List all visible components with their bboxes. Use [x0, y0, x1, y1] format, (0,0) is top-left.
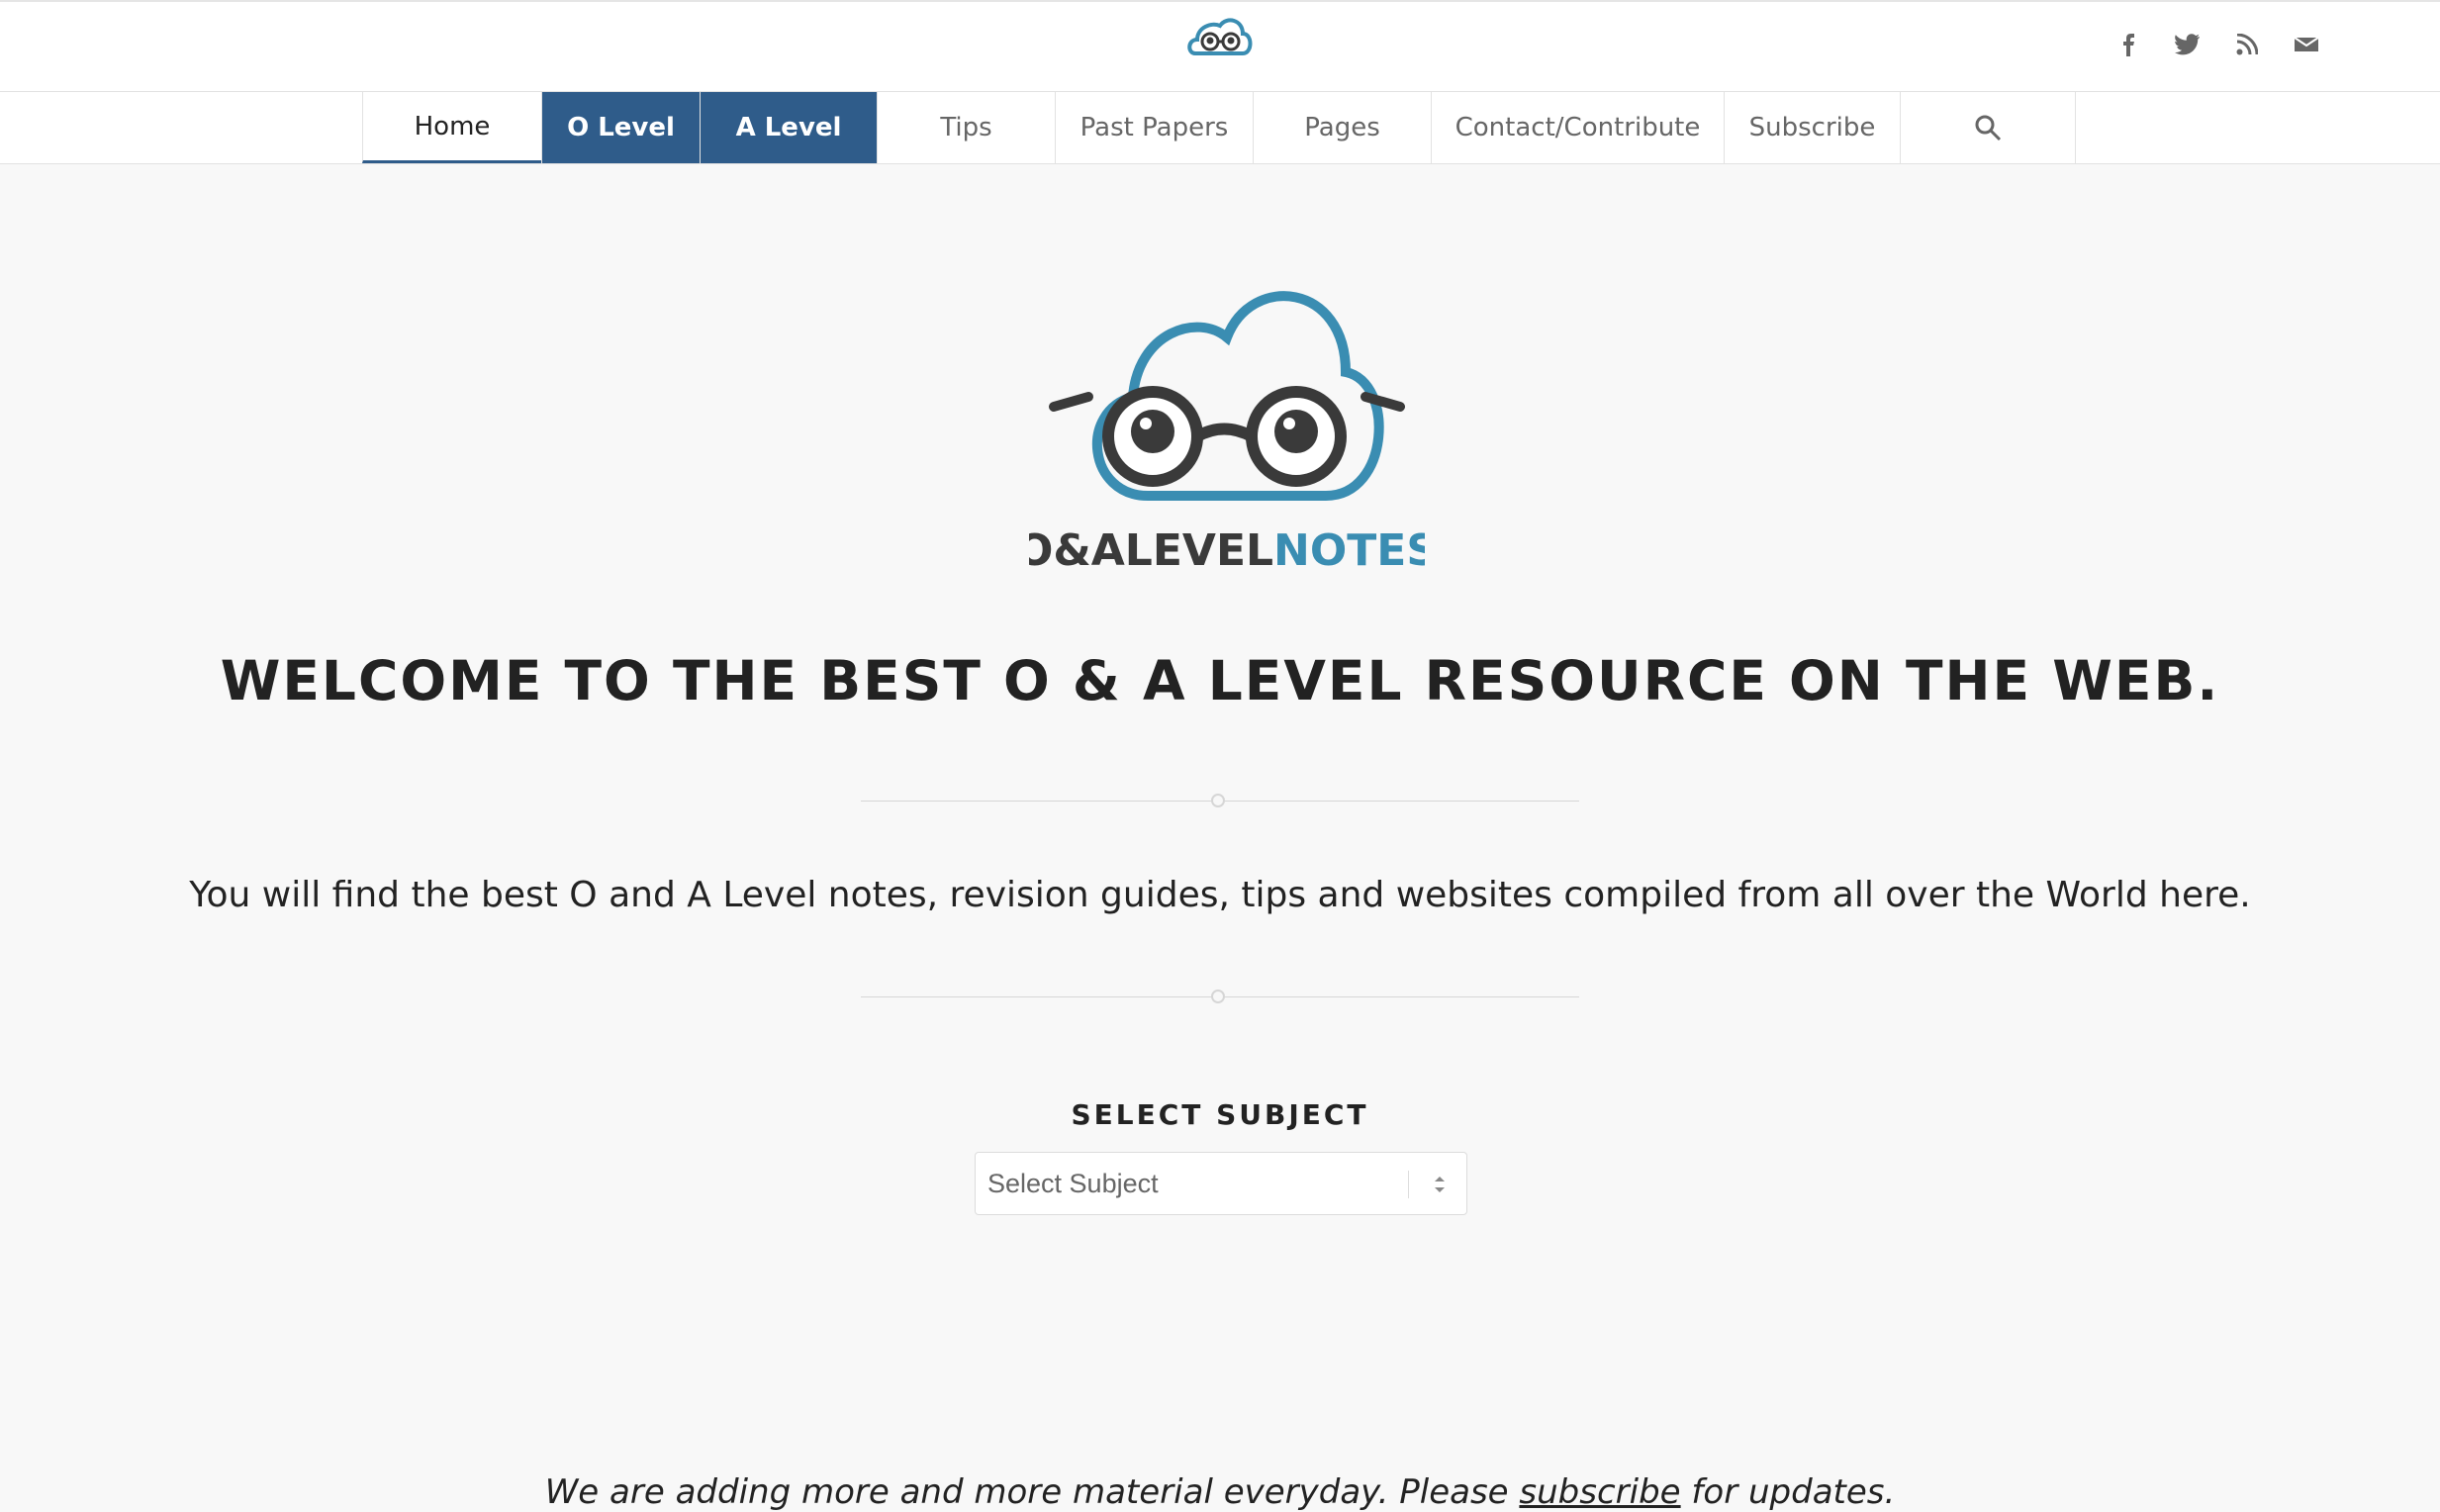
- nav-contact-label: Contact/Contribute: [1455, 113, 1701, 142]
- note-text-before: We are adding more and more material eve…: [544, 1472, 1520, 1512]
- facebook-icon[interactable]: [2113, 30, 2143, 59]
- nav-past-papers-label: Past Papers: [1079, 113, 1229, 142]
- nav-tips-label: Tips: [940, 113, 992, 142]
- page-headline: WELCOME TO THE BEST O & A LEVEL RESOURCE…: [220, 649, 2220, 712]
- search-icon: [1975, 115, 2002, 142]
- logo-text-blue: NOTES: [1273, 525, 1425, 576]
- nav-search[interactable]: [1900, 92, 2076, 163]
- nav-pages[interactable]: Pages: [1253, 92, 1431, 163]
- note-text-after: for updates.: [1680, 1472, 1896, 1512]
- nav-home-label: Home: [414, 111, 491, 142]
- nav-a-level-label: A Level: [735, 113, 842, 142]
- intro-text: You will find the best O and A Level not…: [189, 875, 2251, 915]
- svg-text:O&ALEVELNOTES: O&ALEVELNOTES: [1029, 525, 1425, 576]
- select-subject-label: SELECT SUBJECT: [1071, 1098, 1369, 1131]
- nav-contact-contribute[interactable]: Contact/Contribute: [1431, 92, 1724, 163]
- nav-past-papers[interactable]: Past Papers: [1055, 92, 1253, 163]
- social-links: [2113, 30, 2321, 59]
- select-arrows-icon: [1435, 1177, 1445, 1192]
- twitter-icon[interactable]: [2173, 30, 2203, 59]
- subscribe-link[interactable]: subscribe: [1519, 1472, 1680, 1512]
- nav-o-level[interactable]: O Level: [541, 92, 700, 163]
- subject-select-value: Select Subject: [987, 1168, 1159, 1198]
- hero-logo: O&ALEVELNOTES: [1016, 263, 1438, 580]
- divider-bottom: [861, 988, 1579, 1007]
- logo-text-dark: O&ALEVEL: [1029, 525, 1273, 576]
- subscribe-note: We are adding more and more material eve…: [0, 1472, 2440, 1512]
- subject-select[interactable]: Select Subject: [975, 1152, 1467, 1215]
- main-navigation: Home O Level A Level Tips Past Papers Pa…: [0, 92, 2440, 164]
- nav-subscribe-label: Subscribe: [1748, 113, 1876, 142]
- top-header: [0, 0, 2440, 92]
- nav-subscribe[interactable]: Subscribe: [1724, 92, 1900, 163]
- nav-home[interactable]: Home: [362, 92, 541, 163]
- cloud-glasses-logo-icon: O&ALEVELNOTES: [1016, 291, 1438, 576]
- nav-tips[interactable]: Tips: [877, 92, 1055, 163]
- divider-top: [861, 792, 1579, 811]
- nav-a-level[interactable]: A Level: [700, 92, 877, 163]
- mail-icon[interactable]: [2292, 30, 2321, 59]
- site-logo-small[interactable]: [1177, 10, 1263, 83]
- main-content: O&ALEVELNOTES WELCOME TO THE BEST O & A …: [0, 164, 2440, 1512]
- cloud-glasses-logo-icon: [1187, 18, 1253, 55]
- nav-pages-label: Pages: [1304, 113, 1380, 142]
- rss-icon[interactable]: [2232, 30, 2262, 59]
- nav-o-level-label: O Level: [567, 113, 675, 142]
